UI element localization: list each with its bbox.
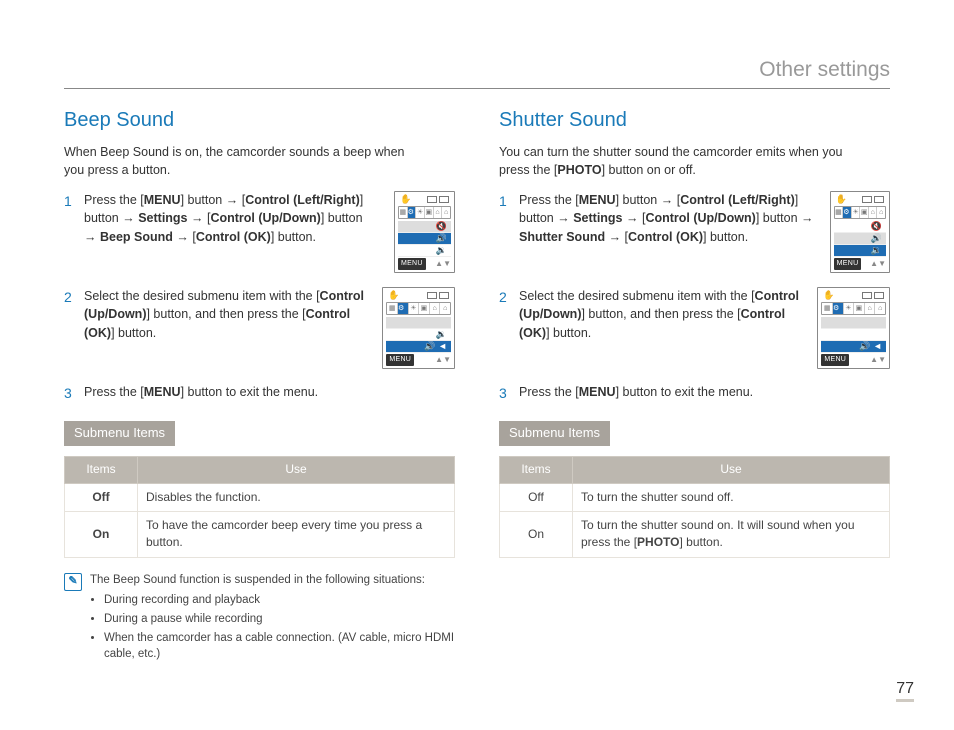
lcd-tab: ⌂ bbox=[440, 303, 450, 314]
check-icon bbox=[851, 341, 860, 353]
battery-icon bbox=[862, 292, 884, 299]
lcd-tab: ⌂ bbox=[434, 207, 443, 218]
lcd-row-selected: 🔊 ◄ bbox=[386, 341, 451, 353]
beep-submenu-band: Submenu Items bbox=[64, 421, 175, 446]
beep-lcd-2: ✋ ▦ ◄ ⚙ ► ☀ ▣ ⌂ ⌂ 🔉 🔊 ◄ MENU▲▼ bbox=[382, 287, 455, 369]
lcd-arrows: ▲▼ bbox=[435, 354, 451, 366]
lcd-tab: ☀ bbox=[852, 207, 861, 218]
lcd-tab: ☀ bbox=[409, 303, 420, 314]
lcd-tab: ☀ bbox=[416, 207, 425, 218]
manual-page: Other settings Beep Sound When Beep Soun… bbox=[0, 0, 954, 730]
shutter-step-3: 3 Press the [MENU] button to exit the me… bbox=[499, 383, 890, 401]
header-rule bbox=[64, 88, 890, 89]
table-row: Off Disables the function. bbox=[65, 483, 455, 511]
battery-icon bbox=[427, 292, 449, 299]
lcd-row bbox=[821, 317, 886, 329]
beep-note: ✎ The Beep Sound function is suspended i… bbox=[64, 572, 455, 665]
lcd-menu-tag: MENU bbox=[834, 258, 862, 270]
lcd-row-selected: 🔊 ◄ bbox=[821, 341, 886, 353]
shutter-submenu-band: Submenu Items bbox=[499, 421, 610, 446]
shutter-lead: You can turn the shutter sound the camco… bbox=[499, 143, 859, 179]
lcd-tab: ⌂ bbox=[865, 303, 876, 314]
lcd-tab-selected: ◄ ⚙ ► bbox=[833, 303, 844, 314]
hand-icon: ✋ bbox=[400, 193, 411, 206]
lcd-tab: ▦ bbox=[835, 207, 844, 218]
lcd-tab: ▣ bbox=[419, 303, 430, 314]
shutter-heading: Shutter Sound bbox=[499, 106, 890, 135]
table-row: On To have the camcorder beep every time… bbox=[65, 512, 455, 558]
lcd-tab-selected: ◄ ⚙ ► bbox=[408, 207, 417, 218]
lcd-tab: ▣ bbox=[860, 207, 869, 218]
note-icon: ✎ bbox=[64, 573, 82, 591]
table-row: Off To turn the shutter sound off. bbox=[500, 483, 890, 511]
shutter-step-1: 1 Press the [MENU] button → [Control (Le… bbox=[499, 191, 814, 245]
lcd-arrows: ▲▼ bbox=[435, 258, 451, 270]
beep-lcd-1: ✋ ▦ ◄ ⚙ ► ☀ ▣ ⌂ ⌂ 🔇 🔊 🔉 MENU▲▼ bbox=[394, 191, 455, 273]
th-items: Items bbox=[500, 457, 573, 483]
lcd-row: 🔉 bbox=[398, 245, 451, 257]
lcd-tab: ⌂ bbox=[430, 303, 441, 314]
col-shutter-sound: Shutter Sound You can turn the shutter s… bbox=[499, 106, 890, 665]
speaker-icon: 🔉 bbox=[871, 244, 882, 257]
col-beep-sound: Beep Sound When Beep Sound is on, the ca… bbox=[64, 106, 455, 665]
note-item: When the camcorder has a cable connectio… bbox=[104, 630, 455, 663]
lcd-arrows: ▲▼ bbox=[870, 354, 886, 366]
note-head: The Beep Sound function is suspended in … bbox=[90, 572, 455, 589]
speaker-icon: 🔊 ◄ bbox=[859, 340, 882, 353]
shutter-step-1-block: 1 Press the [MENU] button → [Control (Le… bbox=[499, 191, 890, 273]
lcd-arrows: ▲▼ bbox=[870, 258, 886, 270]
lcd-tab: ⌂ bbox=[877, 207, 885, 218]
lcd-tab-selected: ◄ ⚙ ► bbox=[398, 303, 409, 314]
lcd-menu-tag: MENU bbox=[821, 354, 849, 366]
check-icon bbox=[416, 341, 425, 353]
lcd-tab: ☀ bbox=[844, 303, 855, 314]
lcd-tab: ▦ bbox=[822, 303, 833, 314]
lcd-tab-selected: ◄ ⚙ ► bbox=[843, 207, 852, 218]
speaker-icon: 🔉 bbox=[436, 244, 447, 257]
lcd-menu-tag: MENU bbox=[386, 354, 414, 366]
shutter-step-2-block: 2 Select the desired submenu item with t… bbox=[499, 287, 890, 369]
lcd-tab: ⌂ bbox=[875, 303, 885, 314]
lcd-tab: ⌂ bbox=[869, 207, 878, 218]
beep-step-1: 1 Press the [MENU] button → [Control (Le… bbox=[64, 191, 378, 245]
lcd-row-selected: 🔉 bbox=[834, 245, 886, 257]
beep-submenu-table: Items Use Off Disables the function. On … bbox=[64, 456, 455, 558]
lcd-tab: ▣ bbox=[425, 207, 434, 218]
beep-step-2: 2 Select the desired submenu item with t… bbox=[64, 287, 366, 341]
shutter-lcd-2: ✋ ▦ ◄ ⚙ ► ☀ ▣ ⌂ ⌂ 🔊 ◄ MENU ▲▼ bbox=[817, 287, 890, 369]
lcd-tab: ⌂ bbox=[442, 207, 450, 218]
table-row: On To turn the shutter sound on. It will… bbox=[500, 512, 890, 558]
battery-icon bbox=[862, 196, 884, 203]
two-column-layout: Beep Sound When Beep Sound is on, the ca… bbox=[64, 106, 890, 665]
th-items: Items bbox=[65, 457, 138, 483]
page-header: Other settings bbox=[64, 55, 890, 85]
lcd-menu-tag: MENU bbox=[398, 258, 426, 270]
lcd-tab: ▦ bbox=[387, 303, 398, 314]
note-item: During a pause while recording bbox=[104, 611, 455, 628]
battery-icon bbox=[427, 196, 449, 203]
th-use: Use bbox=[573, 457, 890, 483]
hand-icon: ✋ bbox=[388, 289, 399, 302]
th-use: Use bbox=[138, 457, 455, 483]
hand-icon: ✋ bbox=[836, 193, 847, 206]
lcd-tab: ▦ bbox=[399, 207, 408, 218]
lcd-tab: ▣ bbox=[854, 303, 865, 314]
hand-icon: ✋ bbox=[823, 289, 834, 302]
shutter-step-2: 2 Select the desired submenu item with t… bbox=[499, 287, 801, 341]
page-number: 77 bbox=[896, 677, 914, 700]
beep-step-1-block: 1 Press the [MENU] button → [Control (Le… bbox=[64, 191, 455, 273]
speaker-icon: 🔊 ◄ bbox=[424, 340, 447, 353]
shutter-submenu-table: Items Use Off To turn the shutter sound … bbox=[499, 456, 890, 558]
shutter-lcd-1: ✋ ▦ ◄ ⚙ ► ☀ ▣ ⌂ ⌂ 🔇 🔊 🔉 MENU▲▼ bbox=[830, 191, 890, 273]
beep-heading: Beep Sound bbox=[64, 106, 455, 135]
beep-lead: When Beep Sound is on, the camcorder sou… bbox=[64, 143, 424, 179]
note-item: During recording and playback bbox=[104, 592, 455, 609]
beep-step-2-block: 2 Select the desired submenu item with t… bbox=[64, 287, 455, 369]
page-title: Other settings bbox=[759, 55, 890, 85]
beep-step-3: 3 Press the [MENU] button to exit the me… bbox=[64, 383, 455, 401]
